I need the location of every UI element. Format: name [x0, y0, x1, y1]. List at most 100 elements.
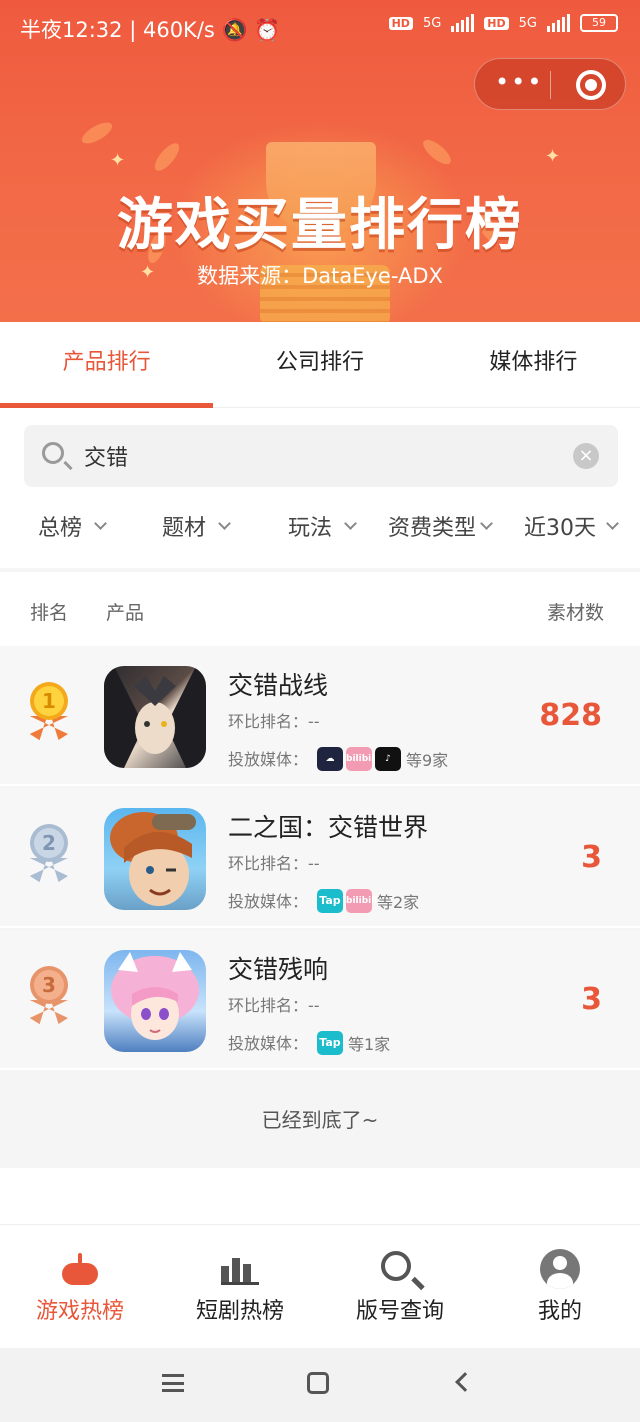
filter-time-range[interactable]: 近30天	[524, 510, 619, 542]
material-count: 828	[539, 698, 602, 733]
more-menu-button[interactable]: •••	[495, 70, 541, 97]
taptap-icon: Tap	[317, 889, 343, 913]
media-list: Tap bilibili 等2家	[317, 889, 419, 913]
chevron-down-icon	[344, 516, 357, 530]
rank-number: 3	[30, 966, 68, 1004]
media-more: 等2家	[377, 893, 420, 912]
signal-icon	[451, 14, 475, 32]
hd-icon: HD	[484, 16, 509, 30]
app-icon	[104, 808, 206, 910]
nav-license-query[interactable]: 版号查询	[320, 1225, 480, 1348]
filter-overall[interactable]: 总榜	[38, 510, 107, 542]
menu-icon[interactable]	[162, 1374, 184, 1392]
media-more: 等9家	[406, 751, 449, 770]
user-avatar-icon	[540, 1249, 580, 1289]
spacer	[0, 1168, 640, 1224]
table-header: 排名 产品 素材数	[0, 572, 640, 646]
search-filter-area: × 总榜 题材 玩法 资费类型 近30天	[0, 408, 640, 568]
alarm-icon: ⏰	[254, 18, 281, 42]
product-name: 二之国：交错世界	[228, 813, 429, 842]
home-icon[interactable]	[307, 1372, 329, 1394]
header-count: 素材数	[547, 602, 605, 624]
filter-label: 近30天	[524, 516, 596, 541]
rank-change: 环比排名：--	[228, 992, 320, 1016]
table-row[interactable]: 2 二之国：交错世界 环比排名：-- 投放媒体： Tap bilibili 等2…	[0, 788, 640, 928]
mute-icon: 🔕	[221, 18, 248, 42]
tab-product-ranking[interactable]: 产品排行	[0, 322, 214, 408]
media-label: 投放媒体：	[228, 1034, 309, 1053]
rank-change-value: --	[308, 996, 320, 1015]
header-rank: 排名	[30, 602, 69, 624]
nav-label: 我的	[537, 1299, 582, 1324]
capsule-divider	[550, 71, 551, 99]
gamepad-icon	[62, 1253, 98, 1285]
rank-change-value: --	[308, 712, 320, 731]
table-row[interactable]: 3 交错残响 环比排名：-- 投放媒体： Tap 等1家 3	[0, 930, 640, 1070]
chevron-down-icon	[606, 516, 619, 530]
filter-row: 总榜 题材 玩法 资费类型 近30天	[0, 510, 640, 550]
chevron-down-icon	[218, 516, 231, 530]
search-box: ×	[24, 425, 618, 487]
rank-change: 环比排名：--	[228, 708, 320, 732]
filter-label: 资费类型	[388, 516, 477, 541]
media-list: ☁ bilibili ♪ 等9家	[317, 747, 448, 771]
status-time: 半夜12:32 | 460K/s 🔕 ⏰	[20, 18, 281, 42]
nav-drama-hot[interactable]: 短剧热榜	[160, 1225, 320, 1348]
material-count: 3	[581, 982, 602, 1017]
clear-search-button[interactable]: ×	[573, 443, 599, 469]
taptap-icon: Tap	[317, 1031, 343, 1055]
gold-medal-icon: 1	[24, 682, 74, 742]
filter-payment-type[interactable]: 资费类型	[388, 510, 493, 542]
bar-chart-icon	[221, 1251, 259, 1285]
tab-company-ranking[interactable]: 公司排行	[213, 322, 426, 407]
rank-change-label: 环比排名：	[228, 854, 309, 873]
media-label: 投放媒体：	[228, 892, 309, 911]
leaf-decoration	[78, 118, 116, 148]
nav-profile[interactable]: 我的	[480, 1225, 640, 1348]
media-label: 投放媒体：	[228, 750, 309, 769]
status-bar: 半夜12:32 | 460K/s 🔕 ⏰ HD 5G HD 5G 59	[0, 0, 640, 56]
nav-label: 游戏热榜	[35, 1299, 124, 1324]
system-nav-bar	[0, 1348, 640, 1422]
app-icon	[104, 666, 206, 768]
end-of-list-note: 已经到底了~	[0, 1072, 640, 1168]
nav-game-hot[interactable]: 游戏热榜	[0, 1225, 160, 1348]
sparkle-icon: ✦	[110, 150, 126, 171]
filter-label: 题材	[162, 516, 207, 541]
chevron-down-icon	[480, 516, 493, 530]
hd-icon: HD	[388, 16, 413, 30]
clock-text: 半夜12:32	[20, 18, 123, 42]
network-speed: 460K/s	[142, 18, 215, 42]
cloud-app-icon: ☁	[317, 747, 343, 771]
rank-change-label: 环比排名：	[228, 712, 309, 731]
sparkle-icon: ✦	[545, 146, 561, 167]
filter-theme[interactable]: 题材	[162, 510, 231, 542]
silver-medal-icon: 2	[24, 824, 74, 884]
header-product: 产品	[106, 602, 145, 624]
media-more: 等1家	[348, 1035, 391, 1054]
rank-change-value: --	[308, 854, 320, 873]
table-row[interactable]: 1 交错战线 环比排名：-- 投放媒体： ☁ bilibili ♪ 等9家 82…	[0, 646, 640, 786]
app-icon	[104, 950, 206, 1052]
material-count: 3	[581, 840, 602, 875]
ranking-tabs: 产品排行 公司排行 媒体排行	[0, 322, 640, 408]
close-miniprogram-button[interactable]	[576, 70, 606, 100]
rank-change: 环比排名：--	[228, 850, 320, 874]
nav-label: 版号查询	[355, 1299, 444, 1324]
miniprogram-capsule: •••	[474, 58, 626, 110]
rank-number: 1	[30, 682, 68, 720]
network-label: 5G	[518, 15, 537, 31]
chevron-down-icon	[94, 516, 107, 530]
search-icon	[42, 442, 64, 464]
status-right: HD 5G HD 5G 59	[388, 14, 618, 32]
filter-gameplay[interactable]: 玩法	[288, 510, 357, 542]
rank-change-label: 环比排名：	[228, 996, 309, 1015]
rank-number: 2	[30, 824, 68, 862]
bottom-nav: 游戏热榜 短剧热榜 版号查询 我的	[0, 1224, 640, 1348]
search-input[interactable]	[84, 437, 564, 475]
search-icon	[381, 1251, 411, 1281]
back-icon[interactable]	[455, 1372, 475, 1392]
bilibili-icon: bilibili	[346, 889, 377, 913]
tab-media-ranking[interactable]: 媒体排行	[427, 322, 640, 407]
product-name: 交错残响	[228, 955, 329, 984]
